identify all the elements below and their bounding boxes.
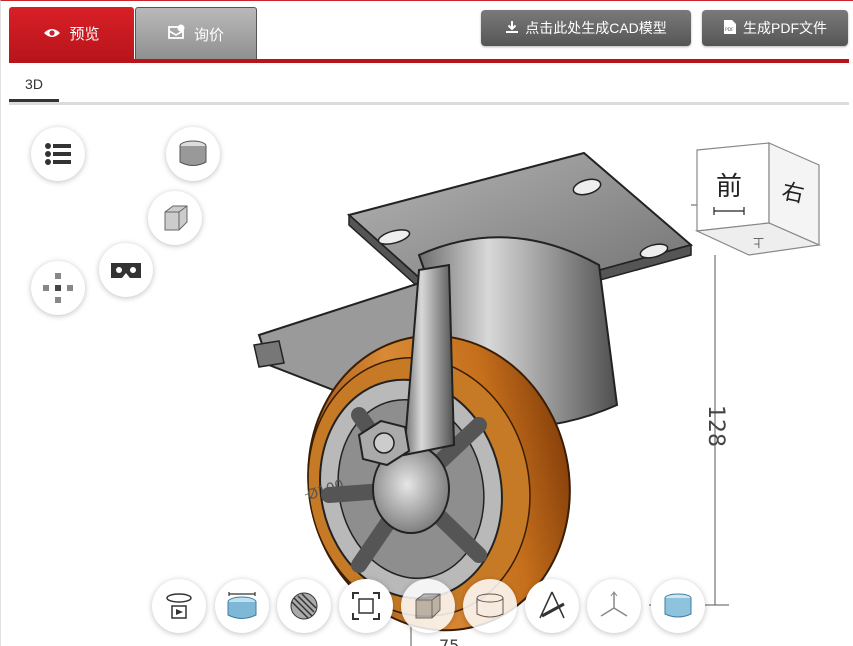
axes-icon [600,591,628,617]
cube-view-button[interactable] [148,191,202,245]
measure-icon [227,592,257,619]
generate-cad-button[interactable]: 点击此处生成CAD模型 [481,10,691,46]
annotation-icon [539,591,565,619]
wireframe-cylinder-icon [476,593,504,618]
tab-quote-label: 询价 [193,25,224,44]
solid-cube-icon [415,593,441,619]
list-icon [45,143,71,165]
fit-view-button[interactable] [339,579,393,633]
annotation-button[interactable] [525,579,579,633]
app-frame: 预览 询价 点击此处生成CAD模型 PDF 生成PDF文件 3D 128 Ø10… [0,0,853,646]
view-cube[interactable]: 前 右 上 [694,142,822,256]
tab-quote[interactable]: 询价 [135,7,257,60]
svg-text:PDF: PDF [725,27,734,33]
vr-view-button[interactable] [99,243,153,297]
shaded-cylinder-icon [664,593,692,618]
view-cube-bottom-label[interactable]: 上 [753,236,764,249]
solid-view-button[interactable] [401,579,455,633]
eye-icon [43,25,61,43]
section-icon [290,592,318,620]
generate-pdf-button[interactable]: PDF 生成PDF文件 [702,10,848,46]
shaded-cylinder-button[interactable] [651,579,705,633]
tab-3d-label: 3D [25,76,43,92]
pdf-file-icon: PDF [723,19,737,38]
cube-icon [164,205,188,231]
vr-icon [111,263,141,278]
download-icon [505,20,519,37]
generate-cad-label: 点击此处生成CAD模型 [525,20,667,36]
section-button[interactable] [277,579,331,633]
bottom-dimension-label: 75 [439,636,459,646]
fit-view-icon [352,592,380,620]
3d-viewer[interactable]: 128 Ø100 75 前 右 上 [9,105,849,646]
axes-button[interactable] [587,579,641,633]
height-dimension-label: 128 [703,405,728,447]
shaded-view-button[interactable] [166,127,220,181]
quote-envelope-icon [168,24,186,44]
cylinder-icon [179,140,207,166]
tab-preview-label: 预览 [69,25,100,43]
rotate-play-icon [166,593,192,619]
measure-button[interactable] [215,579,269,633]
tab-3d[interactable]: 3D [9,71,59,101]
view-cube-front-label[interactable]: 前 [716,172,742,202]
explode-icon [43,273,73,303]
tabbar-underline [9,59,849,63]
generate-pdf-label: 生成PDF文件 [743,20,827,36]
wireframe-view-button[interactable] [463,579,517,633]
caster-model-render[interactable]: 128 Ø100 75 前 右 上 [9,105,849,646]
explode-view-button[interactable] [31,261,85,315]
rotate-play-button[interactable] [152,579,206,633]
tab-preview[interactable]: 预览 [9,7,134,60]
parts-list-button[interactable] [31,127,85,181]
